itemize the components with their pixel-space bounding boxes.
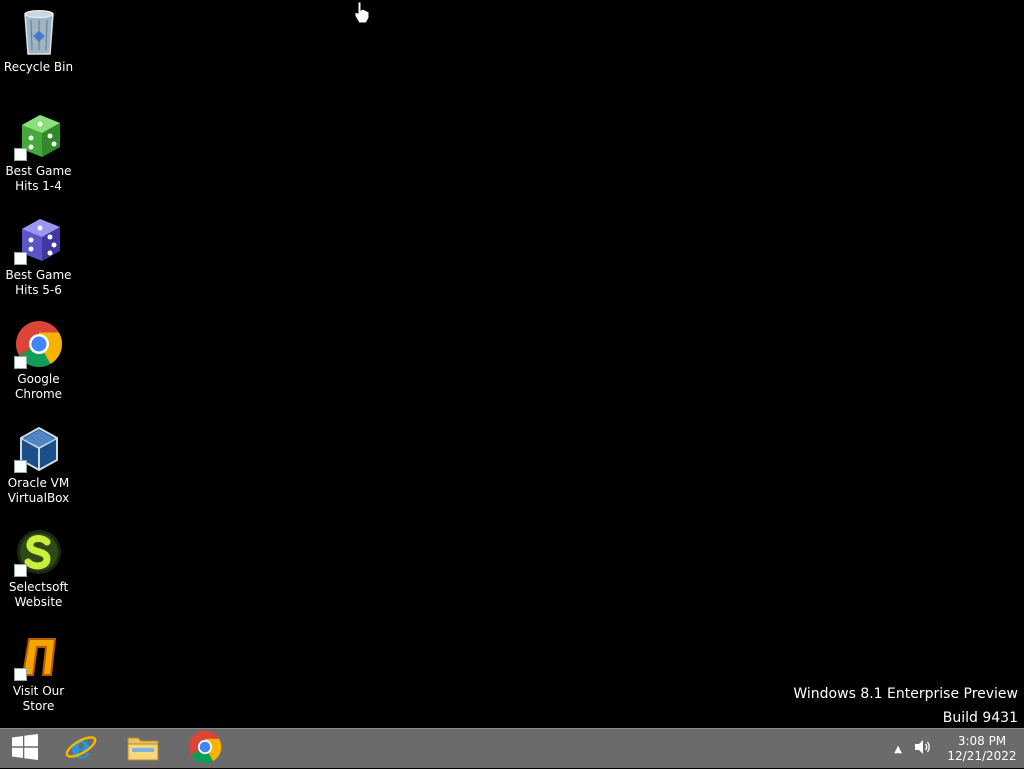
desktop-icon-label: Best Game Hits 5-6 (5, 268, 72, 297)
recycle-bin-icon (13, 6, 65, 58)
desktop-icon-oracle-vm-virtualbox[interactable]: Oracle VM VirtualBox (0, 422, 77, 506)
taskbar-clock[interactable]: 3:08 PM 12/21/2022 (946, 734, 1018, 764)
virtualbox-icon (13, 422, 65, 474)
desktop-icon-visit-our-store[interactable]: Visit Our Store (0, 630, 77, 714)
watermark-line-1: Windows 8.1 Enterprise Preview (793, 686, 1018, 702)
desktop-icon-label: Google Chrome (14, 372, 63, 401)
chrome-icon (188, 730, 222, 768)
desktop-icon-label: Oracle VM VirtualBox (7, 476, 70, 505)
show-hidden-icons-arrow-icon[interactable]: ▲ (894, 744, 902, 755)
clock-date: 12/21/2022 (947, 749, 1017, 763)
clock-time: 3:08 PM (957, 734, 1007, 748)
shortcut-arrow-icon (13, 460, 27, 473)
purple-dice-icon (13, 214, 65, 266)
desktop-icon-label: Best Game Hits 1-4 (5, 164, 72, 193)
hand-cursor-icon (352, 0, 372, 28)
shortcut-arrow-icon (13, 252, 27, 265)
desktop[interactable]: Recycle Bin Best Game Hits 1-4 Best Game… (0, 0, 1024, 728)
taskbar-chrome[interactable] (175, 729, 235, 769)
selectsoft-icon (13, 526, 65, 578)
system-tray: ▲ 3:08 PM 12/21/2022 (894, 729, 1024, 769)
desktop-icon-selectsoft-website[interactable]: Selectsoft Website (0, 526, 77, 610)
desktop-icon-recycle-bin[interactable]: Recycle Bin (0, 6, 77, 75)
watermark-line-2: Build 9431 (942, 710, 1018, 726)
windows-version-watermark: Windows 8.1 Enterprise Preview Build 943… (793, 684, 1018, 728)
desktop-icon-best-game-hits-5-6[interactable]: Best Game Hits 5-6 (0, 214, 77, 298)
shortcut-arrow-icon (13, 148, 27, 161)
shortcut-arrow-icon (13, 564, 27, 577)
desktop-icon-label: Recycle Bin (3, 60, 74, 74)
desktop-icon-google-chrome[interactable]: Google Chrome (0, 318, 77, 402)
taskbar-file-explorer[interactable] (113, 729, 173, 769)
windows-logo-icon (11, 733, 39, 765)
desktop-icon-label: Selectsoft Website (8, 580, 69, 609)
folder-icon (126, 732, 160, 766)
internet-explorer-icon: e (64, 728, 98, 768)
desktop-icon-label: Visit Our Store (12, 684, 65, 713)
desktop-icon-best-game-hits-1-4[interactable]: Best Game Hits 1-4 (0, 110, 77, 194)
taskbar: e ▲ 3:08 PM 12/21/2022 (0, 728, 1024, 768)
green-dice-icon (13, 110, 65, 162)
store-icon (13, 630, 65, 682)
start-button[interactable] (0, 729, 55, 769)
taskbar-internet-explorer[interactable]: e (51, 728, 111, 769)
chrome-icon (13, 318, 65, 370)
volume-icon[interactable] (914, 739, 932, 759)
svg-text:e: e (71, 730, 91, 764)
shortcut-arrow-icon (13, 668, 27, 681)
shortcut-arrow-icon (13, 356, 27, 369)
